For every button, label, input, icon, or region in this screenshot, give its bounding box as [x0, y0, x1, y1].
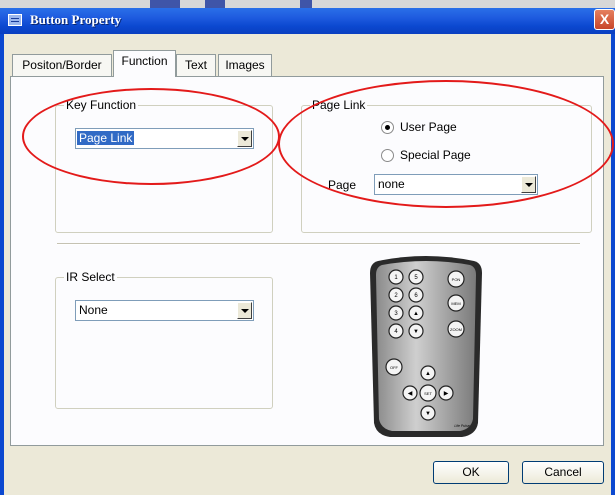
background-window-strip	[0, 0, 615, 8]
user-page-radio[interactable]	[381, 121, 394, 134]
page-label: Page	[328, 178, 357, 192]
key-function-group: Key Function Page Link	[55, 98, 273, 233]
page-link-group: Page Link User Page Special Page Page no…	[301, 98, 592, 233]
chevron-down-icon[interactable]	[237, 302, 252, 319]
tab-text[interactable]: Text	[176, 54, 216, 76]
page-select[interactable]: none	[374, 174, 538, 195]
ir-select-select[interactable]: None	[75, 300, 254, 321]
tab-function[interactable]: Function	[113, 50, 176, 77]
close-button[interactable]: X	[594, 9, 615, 30]
remote-control-image: 1 5 2 6 3 ▲ 4 ▼ PON MEM ZOOM OFF ▲ ◀ SET…	[370, 256, 482, 437]
remote-brand: Life Pulse	[454, 424, 469, 428]
remote-dpad-up: ▲	[425, 371, 431, 377]
remote-dpad-set: SET	[424, 391, 432, 396]
special-page-label[interactable]: Special Page	[400, 148, 471, 162]
remote-dpad-down: ▼	[425, 411, 431, 417]
ir-select-legend: IR Select	[64, 270, 117, 284]
ok-button[interactable]: OK	[433, 461, 509, 484]
special-page-radio[interactable]	[381, 149, 394, 162]
tab-panel-function: Key Function Page Link Page Link User Pa…	[10, 76, 604, 446]
remote-btn-pon: PON	[452, 277, 461, 282]
key-function-select[interactable]: Page Link	[75, 128, 254, 149]
remote-dpad-right: ▶	[444, 391, 449, 397]
ir-select-group: IR Select None	[55, 270, 273, 409]
remote-btn-mem: MEM	[451, 301, 460, 306]
key-function-value: Page Link	[77, 131, 135, 145]
remote-btn-off: OFF	[390, 365, 399, 370]
window-title: Button Property	[30, 12, 122, 27]
remote-btn-zoom: ZOOM	[450, 327, 462, 332]
remote-btn-up-small: ▲	[413, 311, 419, 317]
user-page-label[interactable]: User Page	[400, 120, 457, 134]
page-link-legend: Page Link	[310, 98, 368, 112]
window-icon	[8, 14, 22, 26]
chevron-down-icon[interactable]	[237, 130, 252, 147]
chevron-down-icon[interactable]	[521, 176, 536, 193]
tab-position-border[interactable]: Positon/Border	[12, 54, 112, 76]
remote-btn-down-small: ▼	[413, 329, 419, 335]
window-border-left	[0, 34, 4, 495]
key-function-legend: Key Function	[64, 98, 139, 112]
page-value: none	[378, 177, 405, 191]
cancel-button[interactable]: Cancel	[522, 461, 604, 484]
divider	[57, 243, 580, 245]
tab-images[interactable]: Images	[218, 54, 272, 76]
window-border-right	[611, 34, 615, 495]
ir-select-value: None	[79, 303, 108, 317]
remote-dpad-left: ◀	[408, 391, 413, 397]
